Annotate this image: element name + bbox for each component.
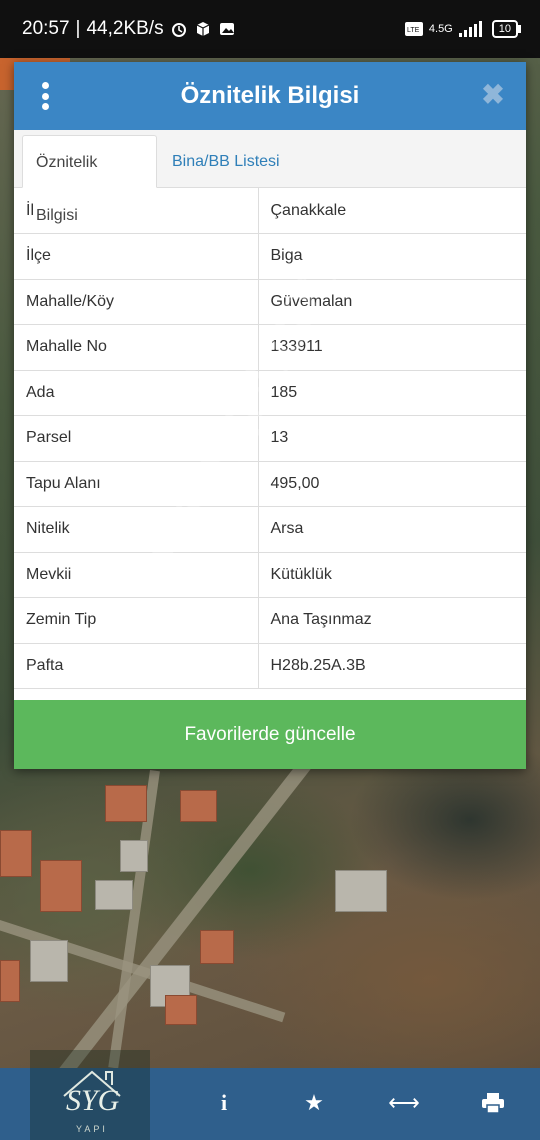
table-row: Nitelik Arsa (14, 506, 526, 553)
attribute-key: İlçe (14, 233, 259, 280)
table-row: Mahalle No 133911 (14, 324, 526, 371)
status-time: 20:57 (22, 18, 70, 39)
attribute-key: İl (14, 188, 259, 234)
alarm-icon (171, 23, 186, 37)
attribute-value: H28b.25A.3B (258, 643, 526, 689)
more-options-icon[interactable] (38, 82, 52, 110)
tab-attribute-info[interactable]: Öznitelik Bilgisi (22, 135, 157, 224)
logo-text: SYG (66, 1084, 120, 1117)
svg-text:LTE: LTE (407, 27, 420, 34)
attribute-key: Pafta (14, 643, 259, 689)
network-type: 4.5G (428, 23, 453, 35)
table-row: İlçe Biga (14, 233, 526, 280)
table-row: Parsel 13 (14, 415, 526, 462)
attribute-value: Kütüklük (258, 552, 526, 598)
attribute-value: Arsa (258, 506, 526, 553)
update-favorites-button[interactable]: Favorilerde güncelle (14, 700, 526, 769)
logo-subtext: YAPI (76, 1124, 108, 1134)
attribute-value: 495,00 (258, 461, 526, 507)
attribute-key: Mahalle No (14, 324, 259, 371)
network-speed: 44,2KB/s (86, 18, 164, 39)
attribute-key: Ada (14, 370, 259, 416)
print-icon[interactable] (476, 1088, 510, 1118)
status-bar: 20:57 | 44,2KB/s LTE 4.5G 10 (0, 0, 540, 58)
table-row: İl Çanakkale (14, 188, 526, 234)
attribute-value: Biga (258, 233, 526, 280)
attribute-value: Güvemalan (258, 279, 526, 325)
attribute-value: 185 (258, 370, 526, 416)
table-row: Pafta H28b.25A.3B (14, 643, 526, 689)
attribute-table: İl Çanakkale İlçe Biga Mahalle/Köy Güvemala… (14, 188, 526, 689)
attribute-value: Çanakkale (258, 188, 526, 234)
attribute-key: Nitelik (14, 506, 259, 553)
attribute-value: Ana Taşınmaz (258, 597, 526, 644)
dialog-tabs: Öznitelik Bilgisi Bina/BB Listesi (14, 130, 526, 224)
attribute-key: Mevkii (14, 552, 259, 598)
tab-building-list[interactable]: Bina/BB Listesi (159, 135, 293, 188)
volte-icon: LTE (404, 22, 423, 36)
close-icon[interactable]: ✖ (478, 80, 508, 110)
attribute-key: Zemin Tip (14, 597, 259, 644)
company-logo: SYG YAPI (30, 1050, 150, 1140)
battery-level: 10 (498, 23, 511, 35)
battery-icon: 10 (491, 20, 522, 38)
box-icon (196, 22, 209, 36)
table-row: Tapu Alanı 495,00 (14, 461, 526, 507)
info-icon[interactable]: i (207, 1088, 241, 1118)
signal-icon (458, 21, 482, 37)
attribute-key: Tapu Alanı (14, 461, 259, 507)
gallery-icon (219, 23, 234, 35)
attribute-value: 133911 (258, 324, 526, 371)
measure-icon[interactable]: ⟷ (387, 1088, 421, 1118)
status-divider: | (75, 18, 81, 39)
star-icon[interactable]: ★ (297, 1088, 331, 1118)
table-row: Mahalle/Köy Güvemalan (14, 279, 526, 325)
attribute-value: 13 (258, 415, 526, 462)
table-row: Zemin Tip Ana Taşınmaz (14, 597, 526, 644)
attribute-key: Parsel (14, 415, 259, 462)
dialog-title: Öznitelik Bilgisi (180, 82, 360, 109)
table-row: Ada 185 (14, 370, 526, 416)
dialog-header: Öznitelik Bilgisi ✖ (14, 62, 526, 130)
table-row: Mevkii Kütüklük (14, 552, 526, 598)
attribute-key: Mahalle/Köy (14, 279, 259, 325)
attribute-info-dialog: Öznitelik Bilgisi ✖ Öznitelik Bilgisi Bi… (14, 62, 526, 769)
